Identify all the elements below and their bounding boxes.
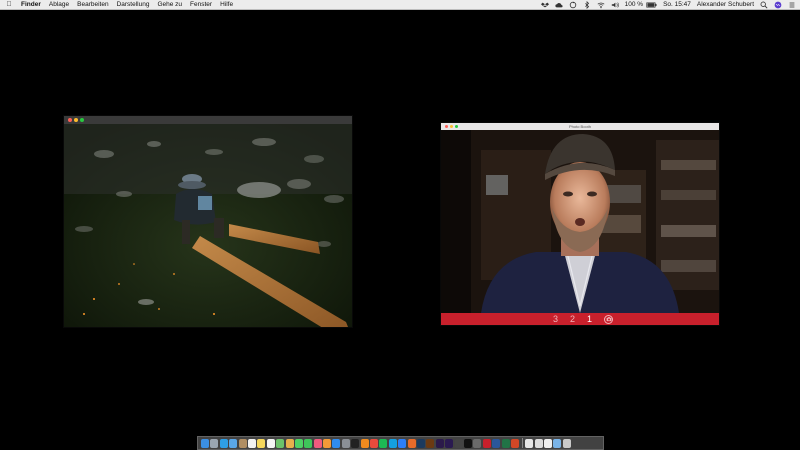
- excel-icon[interactable]: [501, 438, 510, 448]
- wifi-icon[interactable]: [597, 1, 605, 9]
- dock: [197, 436, 604, 450]
- battery-icon[interactable]: [646, 1, 657, 8]
- powerpoint-icon[interactable]: [510, 438, 519, 448]
- reaper-icon[interactable]: [473, 438, 482, 448]
- menu-bar-right: 100 % So. 15:47 Alexander Schubert: [535, 0, 800, 10]
- countdown-number-1: 1: [587, 314, 593, 324]
- countdown-number-2: 2: [569, 314, 575, 324]
- menu-item-gehe-zu[interactable]: Gehe zu: [157, 1, 182, 8]
- aftereffects-icon[interactable]: [445, 438, 454, 448]
- max-icon[interactable]: [454, 438, 463, 448]
- skype-icon[interactable]: [388, 438, 397, 448]
- photos-icon[interactable]: [285, 438, 294, 448]
- dropbox-app-icon[interactable]: [398, 438, 407, 448]
- menu-user-name[interactable]: Alexander Schubert: [697, 1, 754, 8]
- dropbox-icon[interactable]: [540, 1, 549, 9]
- search-icon[interactable]: [760, 1, 768, 9]
- menu-clock[interactable]: So. 15:47: [663, 1, 691, 8]
- minimize-button[interactable]: [74, 118, 78, 122]
- books-icon[interactable]: [323, 438, 332, 448]
- zoom-button[interactable]: [80, 118, 84, 122]
- notification-icon[interactable]: [788, 1, 796, 9]
- trash-icon[interactable]: [562, 438, 571, 448]
- dock-separator: [522, 438, 524, 448]
- photo-booth-countdown-bar: 3 2 1: [441, 313, 719, 325]
- contacts-icon[interactable]: [238, 438, 247, 448]
- sync-icon[interactable]: [569, 1, 577, 9]
- facetime-icon[interactable]: [304, 438, 313, 448]
- countdown-number-3: 3: [552, 314, 558, 324]
- bluetooth-icon[interactable]: [583, 0, 591, 9]
- downloads-icon[interactable]: [553, 438, 562, 448]
- photobooth-icon[interactable]: [482, 438, 491, 448]
- document-icon[interactable]: [544, 438, 553, 448]
- booth-window-titlebar[interactable]: Photo Booth: [441, 123, 719, 130]
- launchpad-icon[interactable]: [210, 438, 219, 448]
- volume-icon[interactable]: [611, 1, 619, 9]
- terminal-icon[interactable]: [351, 438, 360, 448]
- menu-item-bearbeiten[interactable]: Bearbeiten: [77, 1, 108, 8]
- mail-icon[interactable]: [229, 438, 238, 448]
- document-icon[interactable]: [525, 438, 534, 448]
- photo-window-titlebar[interactable]: [64, 116, 352, 124]
- reminders-icon[interactable]: [266, 438, 275, 448]
- siri-icon[interactable]: [774, 1, 782, 9]
- finder-icon[interactable]: [201, 438, 209, 448]
- menu-bar:  Finder Ablage Bearbeiten Darstellung G…: [0, 0, 800, 10]
- camera-shutter-button[interactable]: [604, 314, 614, 324]
- menu-item-fenster[interactable]: Fenster: [190, 1, 212, 8]
- messages-icon[interactable]: [294, 438, 303, 448]
- notes-icon[interactable]: [257, 438, 266, 448]
- menu-item-hilfe[interactable]: Hilfe: [220, 1, 233, 8]
- firefox-icon[interactable]: [407, 438, 416, 448]
- photo-booth-window[interactable]: Photo Booth 3 2 1: [441, 123, 719, 325]
- chrome-icon[interactable]: [370, 438, 379, 448]
- premiere-icon[interactable]: [435, 438, 444, 448]
- music-icon[interactable]: [313, 438, 322, 448]
- preferences-icon[interactable]: [341, 438, 350, 448]
- spotify-icon[interactable]: [379, 438, 388, 448]
- document-icon[interactable]: [534, 438, 543, 448]
- menu-bar-left:  Finder Ablage Bearbeiten Darstellung G…: [0, 0, 233, 10]
- menu-app-name[interactable]: Finder: [21, 1, 41, 8]
- camera-icon: [606, 317, 611, 322]
- dock-documents: [525, 438, 572, 448]
- word-icon[interactable]: [492, 438, 501, 448]
- apple-menu-icon[interactable]: : [4, 1, 14, 8]
- cloud-icon[interactable]: [555, 1, 563, 9]
- calendar-icon[interactable]: [247, 438, 256, 448]
- safari-icon[interactable]: [219, 438, 228, 448]
- countdown: 3 2 1: [547, 314, 598, 324]
- photo-viewer-window[interactable]: [64, 116, 352, 327]
- ableton-icon[interactable]: [463, 438, 472, 448]
- close-button[interactable]: [68, 118, 72, 122]
- menu-item-ablage[interactable]: Ablage: [49, 1, 69, 8]
- camera-preview: [441, 130, 719, 313]
- menu-item-darstellung[interactable]: Darstellung: [117, 1, 150, 8]
- illustrator-icon[interactable]: [426, 438, 435, 448]
- dock-apps: [201, 438, 520, 448]
- photoshop-icon[interactable]: [416, 438, 425, 448]
- maps-icon[interactable]: [276, 438, 285, 448]
- vlc-icon[interactable]: [360, 438, 369, 448]
- appstore-icon[interactable]: [332, 438, 341, 448]
- landscape-photo: [64, 124, 352, 327]
- booth-window-title: Photo Booth: [568, 124, 592, 129]
- battery-percent: 100 %: [624, 1, 644, 8]
